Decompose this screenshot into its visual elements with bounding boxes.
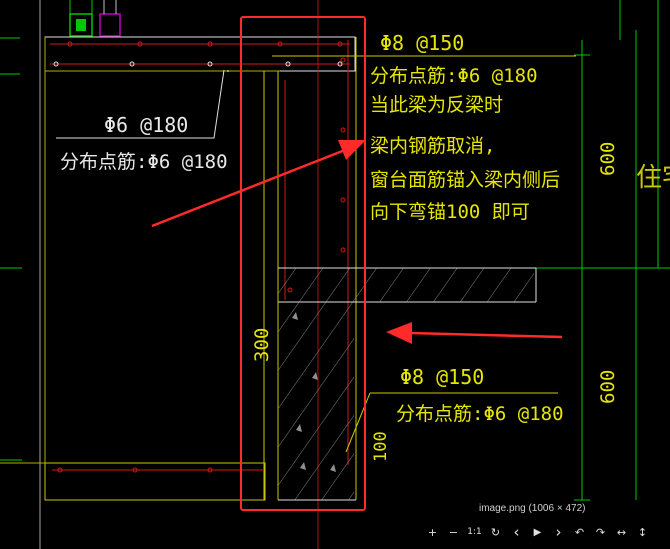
dimension-600-top: 600 <box>597 142 619 176</box>
note-line-2: 梁内钢筋取消, <box>370 135 495 157</box>
flip-vertical-icon[interactable]: ↕ <box>634 523 651 541</box>
note-line-3: 窗台面筋锚入梁内侧后 <box>370 169 560 191</box>
top-markers <box>69 0 121 37</box>
left-bar-label: Φ6 @180 <box>104 113 188 137</box>
note-line-1: 当此梁为反梁时 <box>370 94 503 116</box>
rotate-reset-icon[interactable]: ↻ <box>487 523 504 541</box>
dimension-600-bottom: 600 <box>597 370 619 404</box>
zoom-out-icon[interactable]: − <box>445 523 462 541</box>
note-line-4: 向下弯锚100 即可 <box>370 201 530 223</box>
previous-icon[interactable]: ‹ <box>508 523 525 541</box>
lower-bar-label: Φ8 @150 <box>400 365 484 389</box>
top-distribution-label: 分布点筋:Φ6 @180 <box>370 65 538 87</box>
next-icon[interactable]: › <box>550 523 567 541</box>
top-bar-label: Φ8 @150 <box>380 31 464 55</box>
play-icon[interactable]: ▶ <box>529 523 546 541</box>
actual-size-icon[interactable]: 1:1 <box>466 523 483 541</box>
zoom-in-icon[interactable]: + <box>424 523 441 541</box>
left-distribution-label: 分布点筋:Φ6 @180 <box>60 151 228 173</box>
dimension-300: 300 <box>251 328 273 362</box>
red-arrow-lower <box>386 322 563 344</box>
rotate-right-icon[interactable]: ↷ <box>592 523 609 541</box>
viewer-toolbar: + − 1:1 ↻ ‹ ▶ › ↶ ↷ ↔ ↕ <box>424 523 651 541</box>
image-caption: image.png (1006 × 472) <box>479 503 586 514</box>
rotate-left-icon[interactable]: ↶ <box>571 523 588 541</box>
dimension-100: 100 <box>371 431 391 462</box>
flip-horizontal-icon[interactable]: ↔ <box>613 523 630 541</box>
lower-distribution-label: 分布点筋:Φ6 @180 <box>396 403 564 425</box>
side-text: 住宅 <box>636 163 670 193</box>
cad-drawing-canvas: Φ8 @150 分布点筋:Φ6 @180 当此梁为反梁时 梁内钢筋取消, 窗台面… <box>0 0 670 549</box>
